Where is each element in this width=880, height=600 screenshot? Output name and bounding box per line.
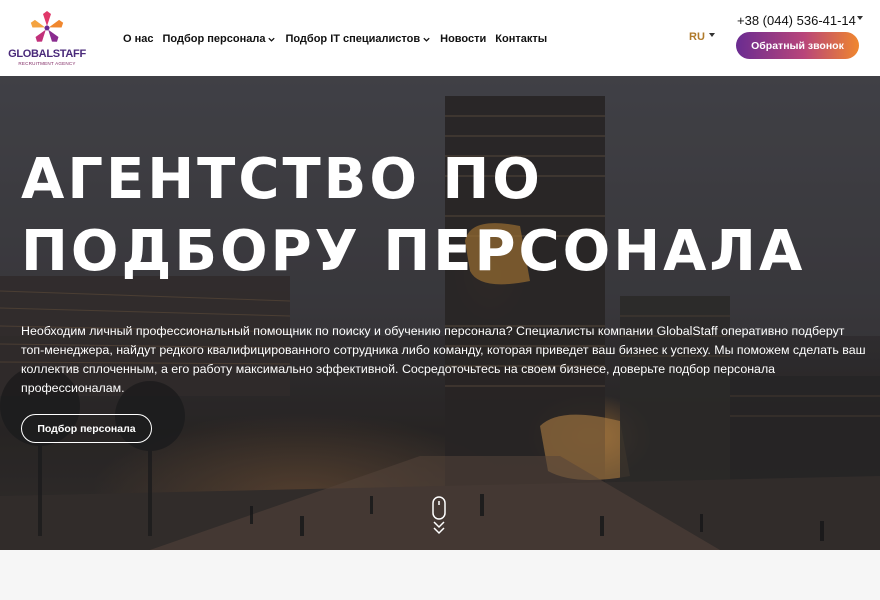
phone-number: +38 (044) 536-41-14 <box>737 13 856 28</box>
nav-item-label: Контакты <box>495 33 548 45</box>
hero-section: АГЕНТСТВО ПО ПОДБОРУ ПЕРСОНАЛА Необходим… <box>0 76 880 550</box>
chevron-down-icon <box>423 37 430 42</box>
mouse-scroll-icon[interactable] <box>430 496 448 536</box>
hero-title: АГЕНТСТВО ПО ПОДБОРУ ПЕРСОНАЛА <box>21 147 806 284</box>
logo-name: GLOBALSTAFF <box>8 48 86 60</box>
site-header: GLOBALSTAFF RECRUITMENT AGENCY О нас Под… <box>0 0 880 76</box>
nav-item-about[interactable]: О нас <box>123 33 154 45</box>
nav-item-news[interactable]: Новости <box>440 33 486 45</box>
logo[interactable]: GLOBALSTAFF RECRUITMENT AGENCY <box>8 8 86 68</box>
logo-tagline: RECRUITMENT AGENCY <box>18 61 76 66</box>
nav-item-it-recruitment[interactable]: Подбор IT специалистов <box>285 33 431 45</box>
language-selector[interactable]: RU <box>689 31 715 43</box>
nav-item-label: О нас <box>123 33 154 45</box>
caret-down-icon <box>708 33 715 37</box>
hero-description: Необходим личный профессиональный помощн… <box>21 324 866 395</box>
recruitment-button[interactable]: Подбор персонала <box>21 414 152 443</box>
nav-item-recruitment[interactable]: Подбор персонала <box>163 33 277 45</box>
nav-item-contacts[interactable]: Контакты <box>495 33 547 45</box>
phone-selector[interactable]: +38 (044) 536-41-14 <box>737 13 863 28</box>
nav-item-label: Подбор IT специалистов <box>285 33 421 45</box>
language-label: RU <box>689 31 705 43</box>
logo-mark-icon <box>30 11 64 42</box>
nav-item-label: Подбор персонала <box>162 33 266 45</box>
callback-button[interactable]: Обратный звонок <box>736 32 859 59</box>
main-nav: О нас Подбор персонала Подбор IT специал… <box>123 31 556 47</box>
nav-item-label: Новости <box>440 33 487 45</box>
caret-down-icon <box>856 15 863 20</box>
next-section <box>0 550 880 600</box>
chevron-down-icon <box>268 37 276 42</box>
